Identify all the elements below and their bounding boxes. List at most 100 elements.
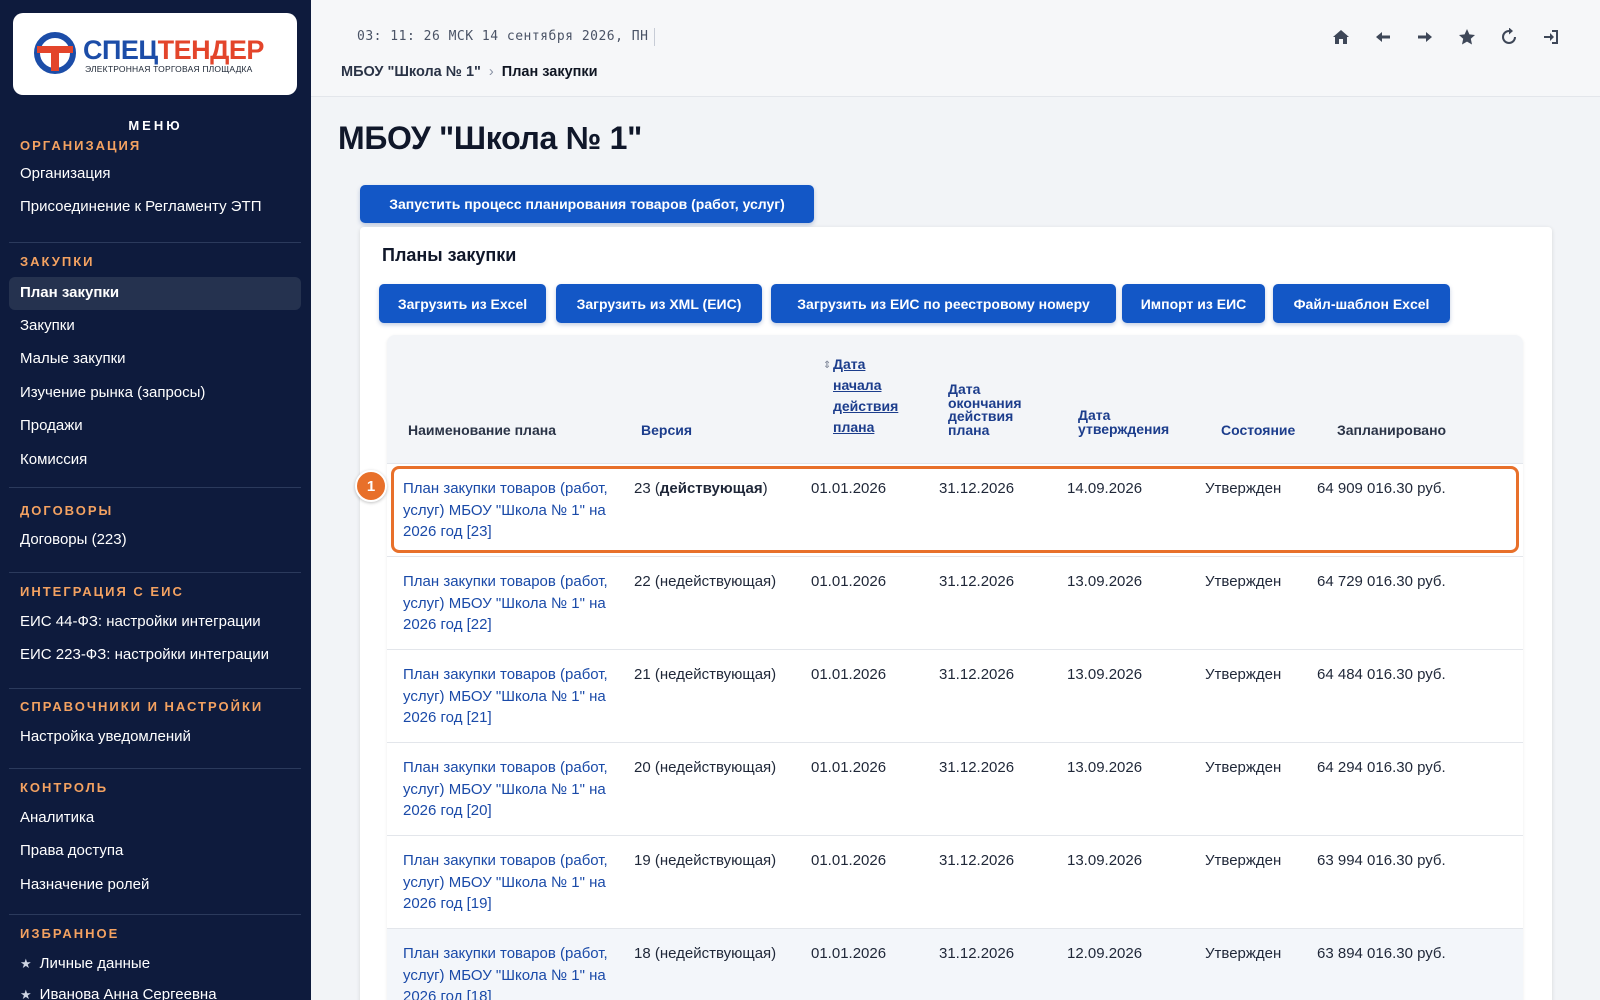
plan-end-date: 31.12.2026	[939, 945, 1015, 962]
plan-start-date: 01.01.2026	[811, 666, 887, 683]
divider	[654, 28, 655, 46]
plan-amount: 63 994 016.30 руб.	[1317, 852, 1446, 869]
star-icon[interactable]	[1456, 26, 1478, 48]
breadcrumb-separator: ›	[488, 64, 494, 80]
section-control: КОНТРОЛЬ	[20, 780, 109, 795]
sidebar: СПЕЦТЕНДЕР ЭЛЕКТРОННАЯ ТОРГОВАЯ ПЛОЩАДКА…	[0, 0, 311, 1000]
header-actions	[1330, 26, 1562, 48]
plan-amount: 64 484 016.30 руб.	[1317, 666, 1446, 683]
menu-caption: МЕНЮ	[128, 118, 183, 133]
import-eis-button[interactable]: Импорт из ЕИС	[1122, 284, 1265, 323]
logo[interactable]: СПЕЦТЕНДЕР ЭЛЕКТРОННАЯ ТОРГОВАЯ ПЛОЩАДКА	[13, 13, 297, 95]
sidebar-item-market-research[interactable]: Изучение рынка (запросы)	[20, 384, 205, 401]
sidebar-item-commission[interactable]: Комиссия	[20, 451, 87, 468]
plan-approval-date: 12.09.2026	[1067, 945, 1143, 962]
table-row[interactable]: План закупки товаров (работ, услуг) МБОУ…	[387, 835, 1523, 928]
plan-version: 22 (недействующая)	[634, 573, 777, 590]
refresh-icon[interactable]	[1498, 26, 1520, 48]
plan-name-link[interactable]: План закупки товаров (работ, услуг) МБОУ…	[403, 850, 623, 915]
sidebar-item-analytics[interactable]: Аналитика	[20, 809, 94, 826]
column-header-start-date[interactable]: Дата начала действия плана	[833, 354, 898, 438]
star-icon: ★	[20, 956, 32, 971]
sidebar-item-notifications[interactable]: Настройка уведомлений	[20, 728, 191, 745]
column-header-version[interactable]: Версия	[641, 422, 692, 438]
load-by-registry-button[interactable]: Загрузить из ЕИС по реестровому номеру	[771, 284, 1116, 323]
plan-name-link[interactable]: План закупки товаров (работ, услуг) МБОУ…	[403, 478, 623, 543]
load-excel-button[interactable]: Загрузить из Excel	[379, 284, 546, 323]
back-arrow-icon[interactable]	[1372, 26, 1394, 48]
clock: 03: 11: 26 МСК 14 сентября 2026, ПН	[357, 29, 649, 44]
load-xml-button[interactable]: Загрузить из XML (ЕИС)	[556, 284, 762, 323]
divider	[9, 914, 301, 915]
column-header-name: Наименование плана	[408, 422, 556, 438]
plan-state: Утвержден	[1205, 852, 1282, 869]
table-row[interactable]: План закупки товаров (работ, услуг) МБОУ…	[387, 742, 1523, 835]
sidebar-item-eis-223[interactable]: ЕИС 223-ФЗ: настройки интеграции	[20, 646, 269, 663]
plans-table: Наименование плана Версия ⇕ Дата начала …	[387, 335, 1523, 1000]
sidebar-item-regulation[interactable]: Присоединение к Регламенту ЭТП	[20, 198, 261, 215]
logout-icon[interactable]	[1540, 26, 1562, 48]
sidebar-item-eis-44[interactable]: ЕИС 44-ФЗ: настройки интеграции	[20, 613, 261, 630]
plan-start-date: 01.01.2026	[811, 759, 887, 776]
plan-version: 21 (недействующая)	[634, 666, 777, 683]
section-contracts: ДОГОВОРЫ	[20, 503, 114, 518]
plan-state: Утвержден	[1205, 945, 1282, 962]
plan-state: Утвержден	[1205, 573, 1282, 590]
page-title: МБОУ "Школа № 1"	[338, 120, 642, 156]
column-header-approval-date[interactable]: Дата утверждения	[1078, 408, 1169, 436]
plan-name-link[interactable]: План закупки товаров (работ, услуг) МБОУ…	[403, 571, 623, 636]
top-bar: 03: 11: 26 МСК 14 сентября 2026, ПН МБОУ…	[311, 0, 1600, 97]
plan-amount: 64 294 016.30 руб.	[1317, 759, 1446, 776]
sidebar-item-contracts-223[interactable]: Договоры (223)	[20, 531, 127, 548]
plan-amount: 64 909 016.30 руб.	[1317, 480, 1446, 497]
breadcrumb-current: План закупки	[501, 64, 598, 80]
sidebar-item-small-purchases[interactable]: Малые закупки	[20, 350, 126, 367]
excel-template-button[interactable]: Файл-шаблон Excel	[1273, 284, 1450, 323]
favorite-item-user[interactable]: ★ Иванова Анна Сергеевна	[20, 986, 217, 1000]
divider	[9, 688, 301, 689]
plan-approval-date: 13.09.2026	[1067, 573, 1143, 590]
table-row[interactable]: План закупки товаров (работ, услуг) МБОУ…	[387, 556, 1523, 649]
breadcrumb-link-organization[interactable]: МБОУ "Школа № 1"	[341, 64, 481, 80]
divider	[9, 242, 301, 243]
plan-start-date: 01.01.2026	[811, 945, 887, 962]
sidebar-item-purchases[interactable]: Закупки	[20, 317, 75, 334]
plan-end-date: 31.12.2026	[939, 573, 1015, 590]
column-header-end-date[interactable]: Дата окончания действия плана	[948, 382, 1022, 437]
plan-end-date: 31.12.2026	[939, 852, 1015, 869]
table-row[interactable]: План закупки товаров (работ, услуг) МБОУ…	[387, 649, 1523, 742]
sidebar-item-organization[interactable]: Организация	[20, 165, 110, 182]
annotation-badge: 1	[355, 470, 387, 502]
logo-subtitle: ЭЛЕКТРОННАЯ ТОРГОВАЯ ПЛОЩАДКА	[85, 64, 253, 74]
divider	[9, 768, 301, 769]
plan-start-date: 01.01.2026	[811, 573, 887, 590]
sidebar-item-access-rights[interactable]: Права доступа	[20, 842, 123, 859]
section-organization: ОРГАНИЗАЦИЯ	[20, 138, 142, 153]
section-settings: СПРАВОЧНИКИ И НАСТРОЙКИ	[20, 699, 264, 714]
star-icon: ★	[20, 987, 32, 1000]
sidebar-item-roles[interactable]: Назначение ролей	[20, 876, 149, 893]
section-procurement: ЗАКУПКИ	[20, 254, 95, 269]
plan-end-date: 31.12.2026	[939, 666, 1015, 683]
start-planning-button[interactable]: Запустить процесс планирования товаров (…	[360, 185, 814, 223]
panel-title: Планы закупки	[382, 245, 517, 265]
plan-name-link[interactable]: План закупки товаров (работ, услуг) МБОУ…	[403, 757, 623, 822]
plan-approval-date: 13.09.2026	[1067, 666, 1143, 683]
sidebar-item-sales[interactable]: Продажи	[20, 417, 83, 434]
plan-name-link[interactable]: План закупки товаров (работ, услуг) МБОУ…	[403, 664, 623, 729]
forward-arrow-icon[interactable]	[1414, 26, 1436, 48]
plan-state: Утвержден	[1205, 759, 1282, 776]
plan-approval-date: 14.09.2026	[1067, 480, 1143, 497]
divider	[9, 572, 301, 573]
home-icon[interactable]	[1330, 26, 1352, 48]
plan-name-link[interactable]: План закупки товаров (работ, услуг) МБОУ…	[403, 943, 623, 1000]
column-header-state[interactable]: Состояние	[1221, 422, 1295, 438]
favorite-item-personal-data[interactable]: ★ Личные данные	[20, 955, 150, 972]
plan-amount: 64 729 016.30 руб.	[1317, 573, 1446, 590]
sort-icon[interactable]: ⇕	[823, 360, 831, 371]
sidebar-item-purchase-plan[interactable]: План закупки	[9, 277, 301, 310]
table-row[interactable]: План закупки товаров (работ, услуг) МБОУ…	[387, 463, 1523, 556]
table-row[interactable]: План закупки товаров (работ, услуг) МБОУ…	[387, 928, 1523, 1000]
plan-end-date: 31.12.2026	[939, 759, 1015, 776]
table-header: Наименование плана Версия ⇕ Дата начала …	[387, 335, 1523, 463]
